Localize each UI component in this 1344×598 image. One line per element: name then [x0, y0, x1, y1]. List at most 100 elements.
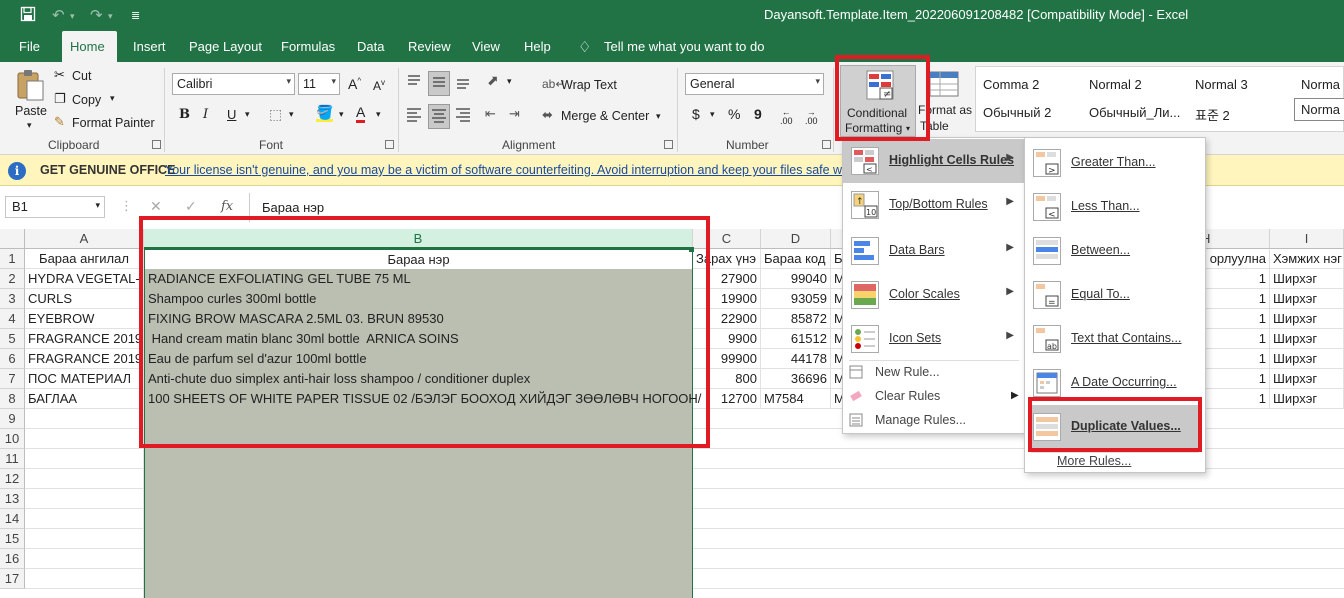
cell-d8[interactable]: M7584: [761, 389, 831, 409]
submenu-date-occurring[interactable]: A Date Occurring...: [1025, 361, 1205, 405]
column-header-c[interactable]: C: [693, 229, 761, 249]
shrink-font-button[interactable]: Av: [373, 78, 385, 93]
font-name-select[interactable]: Calibri ▾: [172, 73, 295, 95]
cell-c5[interactable]: 9900: [693, 329, 761, 349]
submenu-text-contains[interactable]: ab Text that Contains...: [1025, 317, 1205, 361]
cell-b1[interactable]: Бараа нэр: [145, 250, 692, 270]
align-left-icon[interactable]: [405, 105, 423, 126]
cell-b3[interactable]: Shampoo curles 300ml bottle: [145, 289, 692, 309]
row-header-2[interactable]: 2: [0, 269, 25, 289]
tab-review[interactable]: Review: [400, 31, 459, 62]
cell-c6[interactable]: 99900: [693, 349, 761, 369]
name-box-dropdown-icon[interactable]: ▾: [95, 200, 100, 211]
undo-dropdown-icon[interactable]: ▾: [70, 11, 75, 22]
menu-icon-sets[interactable]: Icon Sets ▶: [843, 317, 1024, 361]
redo-icon[interactable]: ↷: [90, 6, 103, 24]
currency-button[interactable]: $: [692, 106, 700, 122]
font-color-icon[interactable]: A: [356, 105, 366, 123]
clipboard-launcher-icon[interactable]: [152, 140, 161, 149]
menu-clear-rules[interactable]: Clear Rules ▶: [849, 386, 1019, 408]
format-as-table-line2[interactable]: Table: [920, 119, 949, 133]
row-header-6[interactable]: 6: [0, 349, 25, 369]
cell-d6[interactable]: 44178: [761, 349, 831, 369]
bottom-align-icon[interactable]: [454, 72, 472, 93]
cell-c7[interactable]: 800: [693, 369, 761, 389]
alignment-launcher-icon[interactable]: [664, 140, 673, 149]
cell-i5[interactable]: Ширхэг: [1270, 329, 1344, 349]
style-normal-selected[interactable]: Norma: [1294, 98, 1344, 121]
cell-b4[interactable]: FIXING BROW MASCARA 2.5ML 03. BRUN 89530: [145, 309, 692, 329]
decrease-decimal-button[interactable]: → .00: [805, 108, 818, 126]
row-header-9[interactable]: 9: [0, 409, 25, 429]
cell-i1[interactable]: Хэмжих нэг: [1270, 249, 1344, 269]
fill-color-dropdown-icon[interactable]: ▾: [339, 109, 344, 120]
row-header-8[interactable]: 8: [0, 389, 25, 409]
italic-button[interactable]: I: [203, 107, 208, 122]
style-comma-2[interactable]: Comma 2: [983, 77, 1039, 92]
submenu-more-rules[interactable]: More Rules...: [1057, 454, 1131, 468]
row-header-1[interactable]: 1: [0, 249, 25, 269]
format-as-table-icon[interactable]: [928, 70, 960, 101]
format-as-table-line1[interactable]: Format as: [918, 103, 972, 117]
style-obychny-2[interactable]: Обычный 2: [983, 105, 1051, 120]
save-icon[interactable]: [20, 6, 36, 26]
cell-d2[interactable]: 99040: [761, 269, 831, 289]
increase-decimal-button[interactable]: ← .00: [780, 108, 793, 126]
menu-highlight-cells-rules[interactable]: < Highlight Cells Rules ▶: [843, 139, 1024, 183]
borders-icon[interactable]: ⬚: [269, 106, 282, 123]
increase-indent-icon[interactable]: ⇥: [509, 106, 520, 122]
wrap-text-button[interactable]: Wrap Text: [561, 78, 617, 92]
undo-icon[interactable]: ↶: [52, 6, 65, 24]
cell-b7[interactable]: Anti-chute duo simplex anti-hair loss sh…: [145, 369, 692, 389]
cell-b2[interactable]: RADIANCE EXFOLIATING GEL TUBE 75 ML: [145, 269, 692, 289]
menu-color-scales[interactable]: Color Scales ▶: [843, 273, 1024, 317]
merge-center-button[interactable]: Merge & Center: [561, 109, 649, 123]
cell-a5[interactable]: FRAGRANCE 2019: [25, 329, 144, 349]
submenu-duplicate-values[interactable]: Duplicate Values...: [1030, 405, 1200, 449]
font-color-dropdown-icon[interactable]: ▾: [376, 109, 381, 120]
borders-dropdown-icon[interactable]: ▾: [289, 109, 294, 120]
customize-qat-icon[interactable]: ≣: [131, 9, 140, 22]
paste-dropdown-icon[interactable]: ▾: [27, 120, 32, 131]
tab-data[interactable]: Data: [349, 31, 392, 62]
merge-dropdown-icon[interactable]: ▾: [656, 111, 661, 122]
cell-b8[interactable]: 100 SHEETS OF WHITE PAPER TISSUE 02 /БЭЛ…: [145, 389, 701, 409]
paste-icon[interactable]: [14, 68, 46, 101]
middle-align-icon[interactable]: [428, 71, 450, 96]
cell-d1[interactable]: Бараа код: [761, 249, 831, 269]
tell-me-box[interactable]: Tell me what you want to do: [596, 31, 772, 62]
tab-page-layout[interactable]: Page Layout: [181, 31, 270, 62]
orientation-icon[interactable]: ⬈: [487, 72, 499, 89]
cell-a2[interactable]: HYDRA VEGETAL-2: [25, 269, 144, 289]
cell-d3[interactable]: 93059: [761, 289, 831, 309]
cell-a6[interactable]: FRAGRANCE 2019: [25, 349, 144, 369]
menu-top-bottom-rules[interactable]: ↑ 10 Top/Bottom Rules ▶: [843, 183, 1024, 227]
style-normal-2[interactable]: Normal 2: [1089, 77, 1142, 92]
submenu-less-than[interactable]: < Less Than...: [1025, 185, 1205, 229]
cell-c2[interactable]: 27900: [693, 269, 761, 289]
row-header-15[interactable]: 15: [0, 529, 25, 549]
cell-c3[interactable]: 19900: [693, 289, 761, 309]
number-launcher-icon[interactable]: [822, 140, 831, 149]
decrease-indent-icon[interactable]: ⇤: [485, 106, 496, 122]
cell-a8[interactable]: БАГЛАА: [25, 389, 144, 409]
format-painter-button[interactable]: Format Painter: [72, 116, 155, 130]
paste-label[interactable]: Paste: [15, 104, 47, 118]
grow-font-button[interactable]: A^: [348, 76, 361, 92]
cell-i6[interactable]: Ширхэг: [1270, 349, 1344, 369]
style-normal-3[interactable]: Normal 3: [1195, 77, 1248, 92]
tab-insert[interactable]: Insert: [125, 31, 174, 62]
row-header-7[interactable]: 7: [0, 369, 25, 389]
cell-a1[interactable]: Бараа ангилал: [25, 249, 144, 269]
row-header-10[interactable]: 10: [0, 429, 25, 449]
cell-a4[interactable]: EYEBROW: [25, 309, 144, 329]
cell-c4[interactable]: 22900: [693, 309, 761, 329]
cell-i8[interactable]: Ширхэг: [1270, 389, 1344, 409]
align-right-icon[interactable]: [454, 105, 472, 126]
name-box[interactable]: B1 ▾: [5, 196, 105, 218]
row-header-14[interactable]: 14: [0, 509, 25, 529]
formula-bar-resize-icon[interactable]: ⋮: [120, 198, 133, 214]
fill-color-icon[interactable]: 🪣: [316, 105, 334, 122]
row-header-16[interactable]: 16: [0, 549, 25, 569]
cell-a3[interactable]: CURLS: [25, 289, 144, 309]
